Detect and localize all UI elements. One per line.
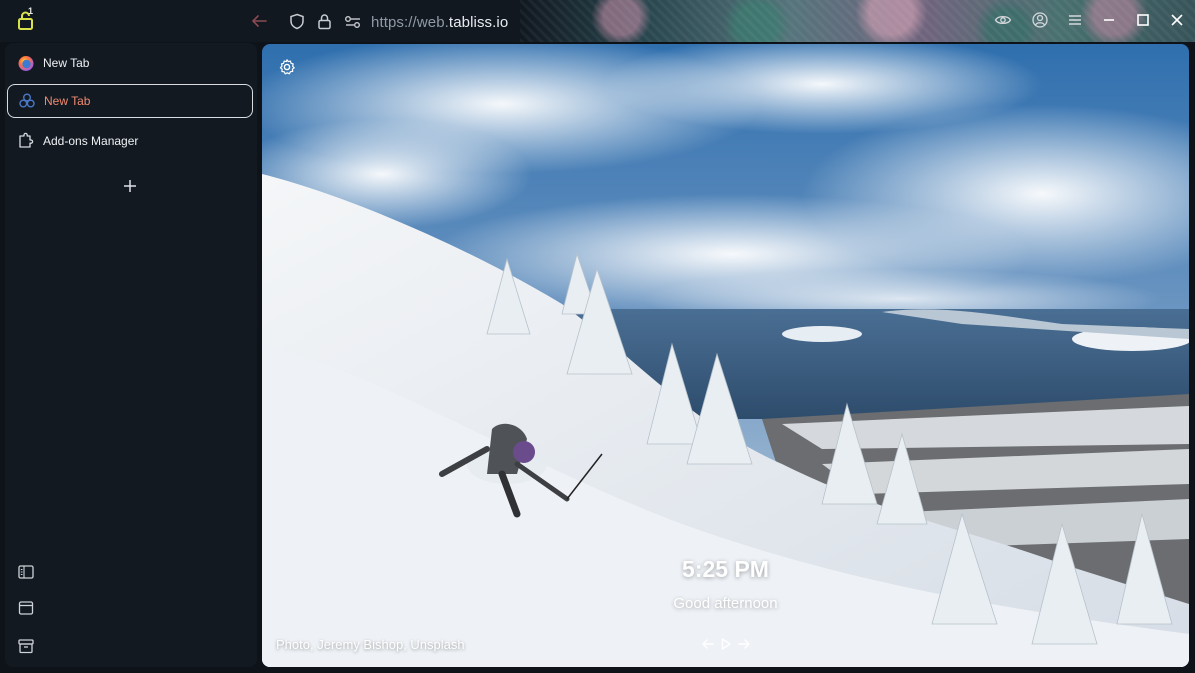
new-tab-page: 5:25 PM Good afternoon Photo, Jeremy Bis… (262, 44, 1189, 667)
permissions-icon[interactable] (344, 14, 362, 30)
vertical-tabs-sidebar: New Tab New Tab Add-ons Manager (5, 43, 257, 667)
eye-icon[interactable] (994, 11, 1012, 29)
photo-credit[interactable]: Photo, Jeremy Bishop, Unsplash (276, 637, 465, 652)
menu-icon[interactable] (1066, 11, 1084, 29)
tab-addons-manager[interactable]: Add-ons Manager (7, 124, 253, 158)
plus-icon[interactable] (120, 176, 140, 196)
back-arrow-icon[interactable] (249, 11, 269, 31)
play-icon[interactable] (719, 636, 733, 652)
browser-window: 1 https://web.tabliss.io New Tab New Tab… (0, 0, 1195, 673)
greeting-text: Good afternoon (673, 595, 778, 612)
settings-gear-icon[interactable] (278, 58, 296, 76)
minimize-icon[interactable] (1100, 11, 1118, 29)
puzzle-icon (19, 132, 34, 148)
lock-icon[interactable] (317, 13, 332, 30)
window-icon[interactable] (17, 599, 35, 617)
clock-time: 5:25 PM (682, 556, 769, 582)
theme-artwork (520, 0, 1195, 42)
tabliss-icon (19, 93, 35, 108)
sidebar-toggle-icon[interactable] (17, 563, 35, 581)
tab-label: New Tab (43, 56, 90, 70)
url-bar[interactable]: https://web.tabliss.io (371, 14, 508, 31)
close-icon[interactable] (1168, 11, 1186, 29)
tab-new-tab-1[interactable]: New Tab (7, 46, 253, 80)
tab-label: Add-ons Manager (43, 134, 139, 148)
url-scheme: https://web. (371, 14, 449, 31)
tab-label: New Tab (44, 94, 91, 108)
account-icon[interactable] (1031, 11, 1049, 29)
previous-image-icon[interactable] (701, 636, 715, 652)
url-domain: tabliss.io (448, 14, 509, 31)
maximize-icon[interactable] (1134, 11, 1152, 29)
tracking-shield-icon[interactable] (289, 13, 305, 30)
extension-badge: 1 (28, 6, 34, 16)
title-bar: 1 https://web.tabliss.io (0, 0, 1195, 42)
archive-icon[interactable] (17, 637, 35, 655)
tab-new-tab-2[interactable]: New Tab (7, 84, 253, 118)
next-image-icon[interactable] (737, 636, 751, 652)
firefox-icon (18, 56, 34, 71)
